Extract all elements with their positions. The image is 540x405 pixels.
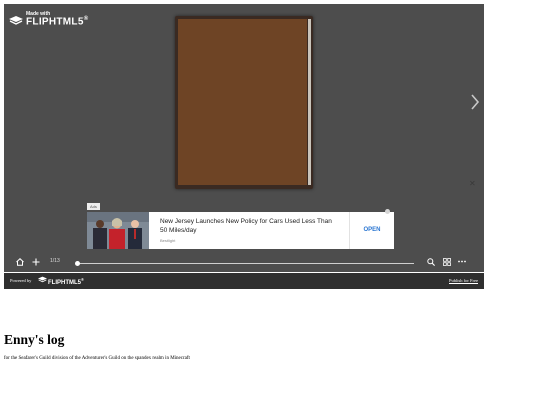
next-page-icon[interactable]	[470, 94, 480, 110]
ad-headline[interactable]: New Jersey Launches New Policy for Cars …	[160, 217, 340, 235]
viewer-toolbar: 1/13	[4, 255, 484, 273]
more-icon[interactable]	[458, 260, 466, 263]
search-icon[interactable]	[427, 258, 435, 266]
viewer-footer: Powered by FLIPHTML5® Publish for Free	[4, 273, 484, 289]
publish-for-free-link[interactable]: Publish for Free	[449, 278, 478, 283]
book-cover	[178, 19, 307, 185]
home-icon[interactable]	[16, 258, 24, 266]
footer-trademark: ®	[81, 277, 84, 282]
book-logo-icon	[9, 16, 23, 25]
page-description: for the Seafarer's Guild division of the…	[4, 356, 190, 361]
logo-name: FLIPHTML5	[26, 16, 84, 28]
page-title: Enny's log	[4, 332, 65, 347]
ad-open-button[interactable]: OPEN	[350, 212, 394, 249]
logo-trademark: ®	[83, 16, 89, 22]
page-slider[interactable]	[75, 261, 414, 266]
ad-source: Bestlight	[160, 238, 176, 243]
ad-banner[interactable]: New Jersey Launches New Policy for Cars …	[87, 209, 394, 249]
ad-label: Ads	[87, 203, 100, 210]
page-indicator: 1/13	[50, 258, 60, 264]
footer-brand-name[interactable]: FLIPHTML5	[48, 280, 81, 286]
thumbnails-icon[interactable]	[443, 258, 451, 266]
close-icon[interactable]: ✕	[469, 179, 476, 188]
powered-by-label: Powered by	[10, 278, 32, 283]
plus-icon[interactable]	[32, 258, 40, 266]
ad-close-button[interactable]	[385, 209, 390, 214]
book-logo-icon[interactable]	[38, 276, 47, 283]
page-edges	[308, 19, 311, 185]
book-page[interactable]	[175, 16, 313, 189]
slider-handle[interactable]	[75, 261, 80, 266]
ad-image[interactable]	[87, 212, 149, 249]
